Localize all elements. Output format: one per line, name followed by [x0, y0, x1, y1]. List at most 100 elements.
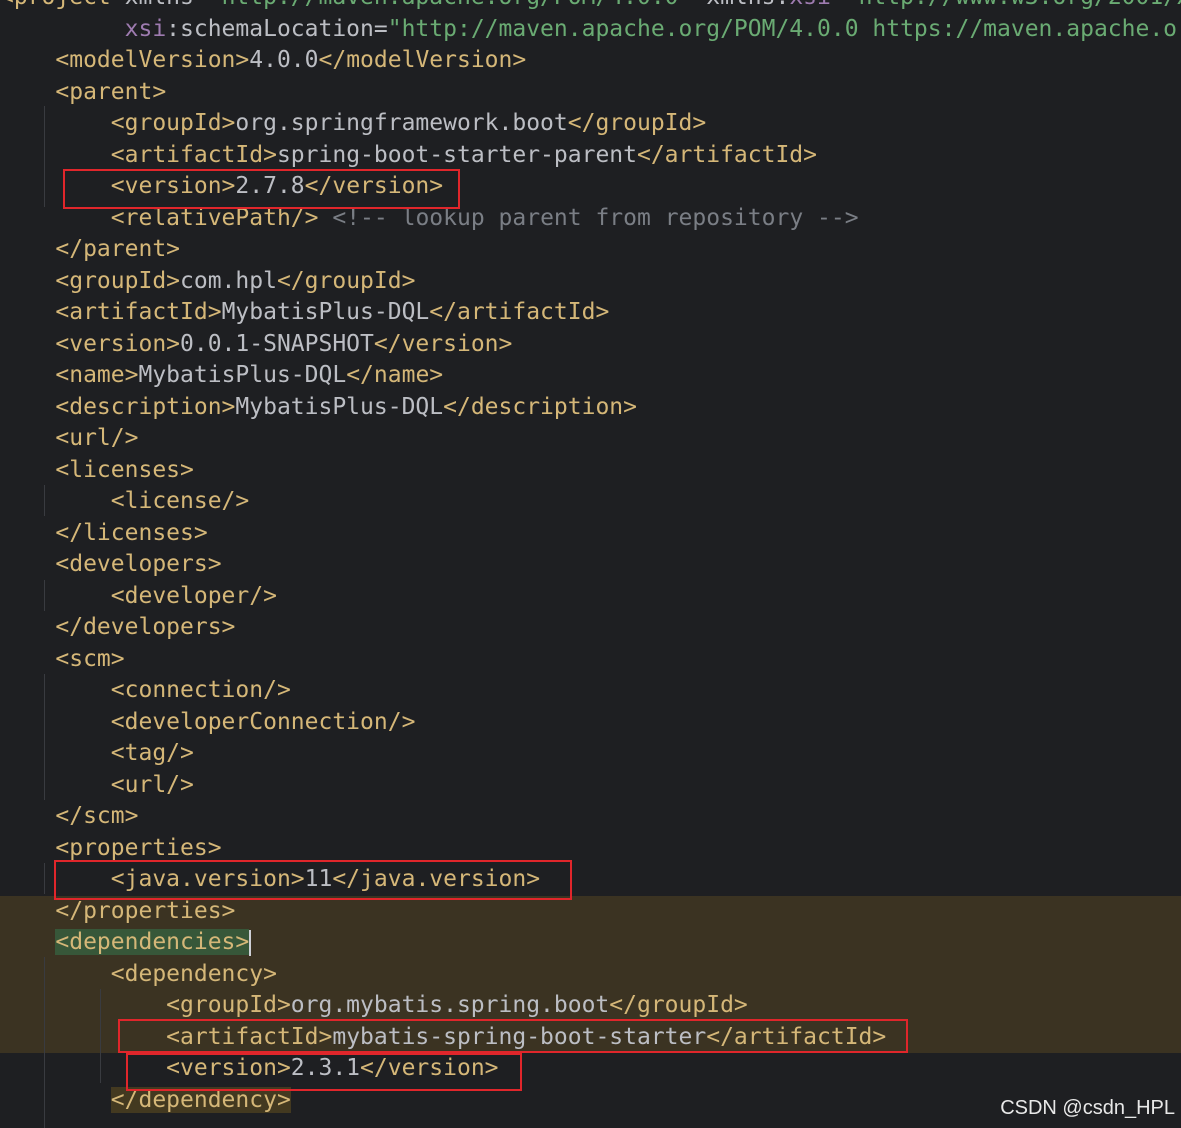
xml-text: com.hpl — [180, 267, 277, 294]
code-line[interactable]: xsi:schemaLocation="http://maven.apache.… — [0, 14, 1181, 46]
xml-text: 0.0.1-SNAPSHOT — [180, 330, 374, 357]
xml-attribute: = — [831, 0, 845, 10]
code-line[interactable]: <artifactId>spring-boot-starter-parent</… — [0, 140, 1181, 172]
code-line[interactable]: <groupId>com.hpl</groupId> — [0, 266, 1181, 298]
annotation-box-java-version — [54, 860, 572, 900]
indent-guide — [44, 863, 45, 894]
xml-text — [0, 772, 111, 798]
code-line[interactable]: <license/> — [0, 486, 1181, 518]
xml-tag: <groupId> — [110, 110, 236, 136]
xml-tag: <artifactId> — [110, 141, 277, 168]
code-line[interactable]: <dependency> — [0, 958, 1181, 990]
code-line[interactable]: </properties> — [0, 895, 1181, 927]
xml-tag: <dependency> — [110, 960, 277, 987]
xml-text — [0, 47, 55, 73]
code-line[interactable]: <connection/> — [0, 675, 1181, 707]
code-line[interactable]: <parent> — [0, 77, 1181, 109]
xml-namespace: xsi — [124, 15, 167, 42]
xml-text — [0, 142, 111, 168]
code-line[interactable]: <artifactId>MybatisPlus-DQL</artifactId> — [0, 297, 1181, 329]
xml-tag: <description> — [55, 393, 236, 420]
code-line[interactable]: <groupId>org.mybatis.spring.boot</groupI… — [0, 990, 1181, 1022]
code-line[interactable]: </scm> — [0, 801, 1181, 833]
xml-tag: </groupId> — [276, 267, 416, 294]
xml-text — [0, 331, 55, 357]
indent-guide — [44, 106, 45, 207]
xml-tag: </licenses> — [55, 519, 208, 546]
watermark: CSDN @csdn_HPL — [1000, 1097, 1175, 1119]
xml-text — [0, 835, 55, 861]
xml-text — [0, 709, 111, 735]
xml-text — [0, 520, 55, 546]
code-line[interactable]: <url/> — [0, 423, 1181, 455]
xml-text — [0, 394, 55, 420]
xml-tag: <developerConnection/> — [110, 708, 416, 735]
xml-text — [0, 646, 55, 672]
xml-tag: </modelVersion> — [318, 47, 527, 73]
code-line[interactable]: <name>MybatisPlus-DQL</name> — [0, 360, 1181, 392]
xml-string: "http://maven.apache.org/POM/4.0.0" — [208, 0, 693, 10]
xml-string: "http://maven.apache.org/POM/4.0.0 https… — [387, 15, 1181, 42]
code-line[interactable]: </parent> — [0, 234, 1181, 266]
xml-tag: </developers> — [55, 614, 236, 640]
code-line[interactable]: <tag/> — [0, 738, 1181, 770]
code-line[interactable]: <url/> — [0, 770, 1181, 802]
code-line[interactable]: <description>MybatisPlus-DQL</descriptio… — [0, 392, 1181, 424]
xml-tag: <connection/> — [110, 677, 291, 703]
xml-text: MybatisPlus-DQL — [138, 362, 347, 388]
xml-attribute: :schemaLocation= — [166, 15, 388, 42]
xml-text — [0, 110, 111, 136]
code-line[interactable]: <version>0.0.1-SNAPSHOT</version> — [0, 329, 1181, 361]
xml-text — [0, 268, 55, 294]
xml-text — [0, 425, 55, 451]
code-line[interactable]: <developer/> — [0, 581, 1181, 613]
code-line[interactable]: <dependencies> — [0, 927, 1181, 959]
xml-text — [0, 236, 55, 262]
indent-guide — [44, 957, 45, 1128]
xml-tag: <properties> — [55, 834, 222, 861]
xml-text — [0, 803, 55, 829]
code-line[interactable]: <groupId>org.springframework.boot</group… — [0, 108, 1181, 140]
xml-tag: <license/> — [110, 488, 250, 514]
xml-tag: <project — [0, 0, 125, 10]
indent-guide — [44, 580, 45, 611]
xml-tag: <scm> — [55, 645, 125, 672]
xml-text — [0, 614, 55, 640]
xml-text — [0, 551, 55, 577]
annotation-box-mybatis-version — [126, 1053, 522, 1091]
code-editor[interactable]: <project xmlns="http://maven.apache.org/… — [0, 0, 1181, 1128]
xml-text: org.springframework.boot — [235, 110, 568, 136]
xml-tag: <url/> — [110, 771, 194, 798]
code-line[interactable]: <licenses> — [0, 455, 1181, 487]
annotation-box-mybatis-artifact — [118, 1019, 908, 1053]
xml-tag: </groupId> — [609, 992, 748, 1018]
xml-attribute: xmlns= — [125, 0, 208, 10]
xml-tag: <developers> — [55, 551, 222, 577]
xml-text — [0, 457, 55, 483]
xml-text — [0, 488, 111, 514]
xml-text — [0, 79, 55, 105]
code-line[interactable]: <modelVersion>4.0.0</modelVersion> — [0, 45, 1181, 77]
code-line[interactable]: </licenses> — [0, 518, 1181, 550]
code-line[interactable]: </developers> — [0, 612, 1181, 644]
xml-text — [0, 929, 55, 955]
xml-tag: <parent> — [55, 78, 167, 105]
xml-tag: <url/> — [55, 425, 139, 451]
code-line[interactable]: <developerConnection/> — [0, 707, 1181, 739]
code-line[interactable]: <developers> — [0, 549, 1181, 581]
xml-namespace: xsi — [789, 0, 831, 10]
xml-text — [0, 677, 111, 703]
xml-text: spring-boot-starter-parent — [276, 141, 637, 168]
xml-tag: </version> — [373, 330, 513, 357]
xml-tag: <groupId> — [166, 992, 291, 1018]
code-line[interactable]: <scm> — [0, 644, 1181, 676]
xml-tag: <tag/> — [110, 740, 194, 766]
xml-text: org.mybatis.spring.boot — [290, 992, 610, 1018]
xml-text — [0, 16, 125, 42]
xml-string: "http://www.w3.org/2001/XMLSchema-instan… — [845, 0, 1181, 10]
xml-tag: </description> — [443, 393, 637, 420]
code-line[interactable]: <project xmlns="http://maven.apache.org/… — [0, 0, 1181, 14]
xml-text — [0, 1087, 111, 1113]
xml-text — [0, 898, 55, 924]
xml-tag: </artifactId> — [429, 299, 610, 325]
